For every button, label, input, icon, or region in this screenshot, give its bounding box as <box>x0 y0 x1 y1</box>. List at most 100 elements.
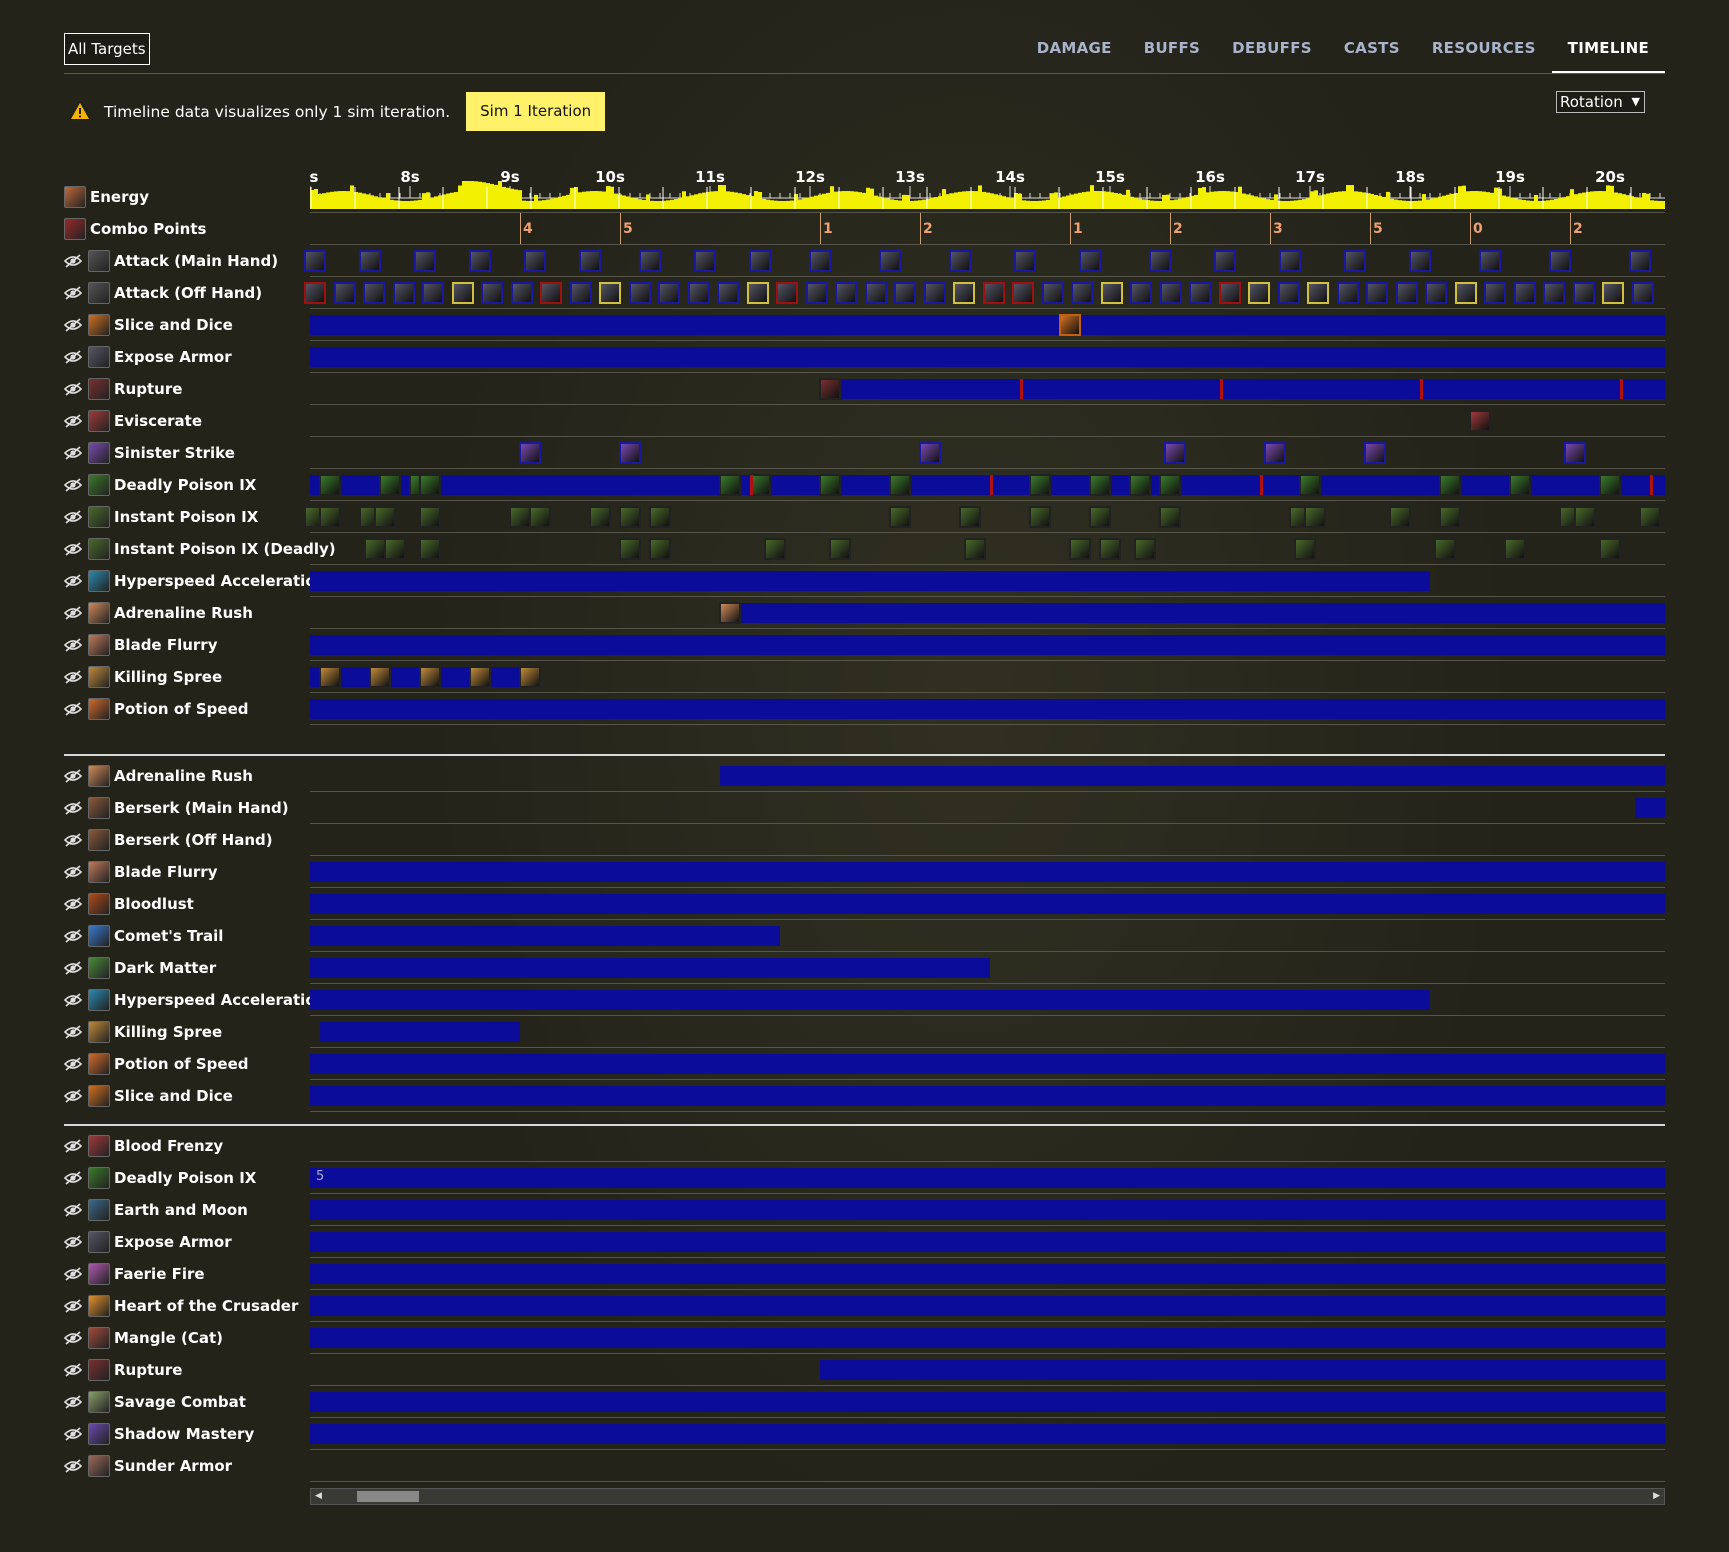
instant-poison-cast-icon[interactable] <box>619 506 641 528</box>
scroll-right-arrow-icon[interactable]: ▶ <box>1653 1489 1660 1504</box>
melee-hit-icon[interactable] <box>1366 282 1388 304</box>
instant-poison-cast-icon[interactable] <box>364 538 386 560</box>
melee-hit-icon[interactable] <box>628 282 651 304</box>
hide-row-icon[interactable] <box>63 286 83 300</box>
rupture-cast-icon[interactable] <box>819 378 841 400</box>
instant-poison-cast-icon[interactable] <box>619 538 641 560</box>
instant-poison-cast-icon[interactable] <box>764 538 786 560</box>
melee-hit-icon[interactable] <box>923 282 946 304</box>
horizontal-scrollbar[interactable]: ◀ ▶ <box>310 1488 1665 1505</box>
instant-poison-cast-icon[interactable] <box>374 506 396 528</box>
hide-row-icon[interactable] <box>63 702 83 716</box>
melee-hit-icon[interactable] <box>1549 250 1571 272</box>
deadly-poison-cast-icon[interactable] <box>1509 474 1531 496</box>
eviscerate-cast-icon[interactable] <box>1469 410 1491 432</box>
killing-spree-cast-icon[interactable] <box>419 666 441 688</box>
hide-row-icon[interactable] <box>63 833 83 847</box>
tab-casts[interactable]: CASTS <box>1328 30 1416 74</box>
hide-row-icon[interactable] <box>63 542 83 556</box>
hide-row-icon[interactable] <box>63 606 83 620</box>
hide-row-icon[interactable] <box>63 254 83 268</box>
melee-hit-icon[interactable] <box>510 282 533 304</box>
hide-row-icon[interactable] <box>63 638 83 652</box>
hide-row-icon[interactable] <box>63 865 83 879</box>
melee-hit-icon[interactable] <box>1012 282 1034 304</box>
melee-hit-icon[interactable] <box>422 282 444 304</box>
hide-row-icon[interactable] <box>63 574 83 588</box>
melee-hit-icon[interactable] <box>949 250 971 272</box>
scroll-left-arrow-icon[interactable]: ◀ <box>315 1489 322 1504</box>
scrollbar-thumb[interactable] <box>357 1491 419 1502</box>
melee-hit-icon[interactable] <box>451 282 474 304</box>
hide-row-icon[interactable] <box>63 1057 83 1071</box>
target-select[interactable]: All Targets <box>64 33 150 65</box>
deadly-poison-cast-icon[interactable] <box>1599 474 1621 496</box>
deadly-poison-cast-icon[interactable] <box>819 474 841 496</box>
melee-hit-icon[interactable] <box>1071 282 1093 304</box>
hide-row-icon[interactable] <box>63 801 83 815</box>
tab-resources[interactable]: RESOURCES <box>1416 30 1552 74</box>
hide-row-icon[interactable] <box>63 1299 83 1313</box>
melee-hit-icon[interactable] <box>1572 282 1595 304</box>
sinister-strike-cast-icon[interactable] <box>1264 442 1286 464</box>
melee-hit-icon[interactable] <box>1602 282 1624 304</box>
melee-hit-icon[interactable] <box>1425 282 1447 304</box>
melee-hit-icon[interactable] <box>1631 282 1654 304</box>
melee-hit-icon[interactable] <box>694 250 716 272</box>
melee-hit-icon[interactable] <box>1344 250 1366 272</box>
view-mode-select[interactable]: Rotation ▼ <box>1556 91 1645 113</box>
instant-poison-cast-icon[interactable] <box>1389 506 1411 528</box>
melee-hit-icon[interactable] <box>1079 250 1101 272</box>
melee-hit-icon[interactable] <box>540 282 562 304</box>
instant-poison-cast-icon[interactable] <box>419 506 441 528</box>
killing-spree-cast-icon[interactable] <box>519 666 541 688</box>
melee-hit-icon[interactable] <box>599 282 621 304</box>
instant-poison-cast-icon[interactable] <box>419 538 441 560</box>
deadly-poison-cast-icon[interactable] <box>379 474 401 496</box>
hide-row-icon[interactable] <box>63 1139 83 1153</box>
melee-hit-icon[interactable] <box>894 282 916 304</box>
instant-poison-cast-icon[interactable] <box>1434 538 1456 560</box>
melee-hit-icon[interactable] <box>953 282 975 304</box>
melee-hit-icon[interactable] <box>1248 282 1270 304</box>
hide-row-icon[interactable] <box>63 1331 83 1345</box>
melee-hit-icon[interactable] <box>1149 250 1171 272</box>
melee-hit-icon[interactable] <box>363 282 385 304</box>
hide-row-icon[interactable] <box>63 1395 83 1409</box>
instant-poison-cast-icon[interactable] <box>889 506 911 528</box>
deadly-poison-cast-icon[interactable] <box>1439 474 1461 496</box>
hide-row-icon[interactable] <box>63 446 83 460</box>
melee-hit-icon[interactable] <box>879 250 901 272</box>
sinister-strike-cast-icon[interactable] <box>1164 442 1186 464</box>
melee-hit-icon[interactable] <box>982 282 1005 304</box>
hide-row-icon[interactable] <box>63 350 83 364</box>
melee-hit-icon[interactable] <box>1336 282 1359 304</box>
deadly-poison-cast-icon[interactable] <box>1029 474 1051 496</box>
melee-hit-icon[interactable] <box>1277 282 1300 304</box>
hide-row-icon[interactable] <box>63 993 83 1007</box>
instant-poison-cast-icon[interactable] <box>1134 538 1156 560</box>
instant-poison-cast-icon[interactable] <box>1294 538 1316 560</box>
melee-hit-icon[interactable] <box>1543 282 1565 304</box>
killing-spree-cast-icon[interactable] <box>469 666 491 688</box>
melee-hit-icon[interactable] <box>1395 282 1418 304</box>
instant-poison-cast-icon[interactable] <box>1639 506 1661 528</box>
melee-hit-icon[interactable] <box>1279 250 1301 272</box>
instant-poison-cast-icon[interactable] <box>529 506 551 528</box>
melee-hit-icon[interactable] <box>1484 282 1506 304</box>
melee-hit-icon[interactable] <box>746 282 769 304</box>
instant-poison-cast-icon[interactable] <box>319 506 341 528</box>
melee-hit-icon[interactable] <box>524 250 546 272</box>
melee-hit-icon[interactable] <box>805 282 828 304</box>
melee-hit-icon[interactable] <box>414 250 436 272</box>
instant-poison-cast-icon[interactable] <box>1029 506 1051 528</box>
instant-poison-cast-icon[interactable] <box>1099 538 1121 560</box>
melee-hit-icon[interactable] <box>469 250 491 272</box>
deadly-poison-cast-icon[interactable] <box>889 474 911 496</box>
melee-hit-icon[interactable] <box>1454 282 1477 304</box>
melee-hit-icon[interactable] <box>481 282 503 304</box>
deadly-poison-cast-icon[interactable] <box>419 474 441 496</box>
sinister-strike-cast-icon[interactable] <box>519 442 541 464</box>
instant-poison-cast-icon[interactable] <box>589 506 611 528</box>
hide-row-icon[interactable] <box>63 1089 83 1103</box>
